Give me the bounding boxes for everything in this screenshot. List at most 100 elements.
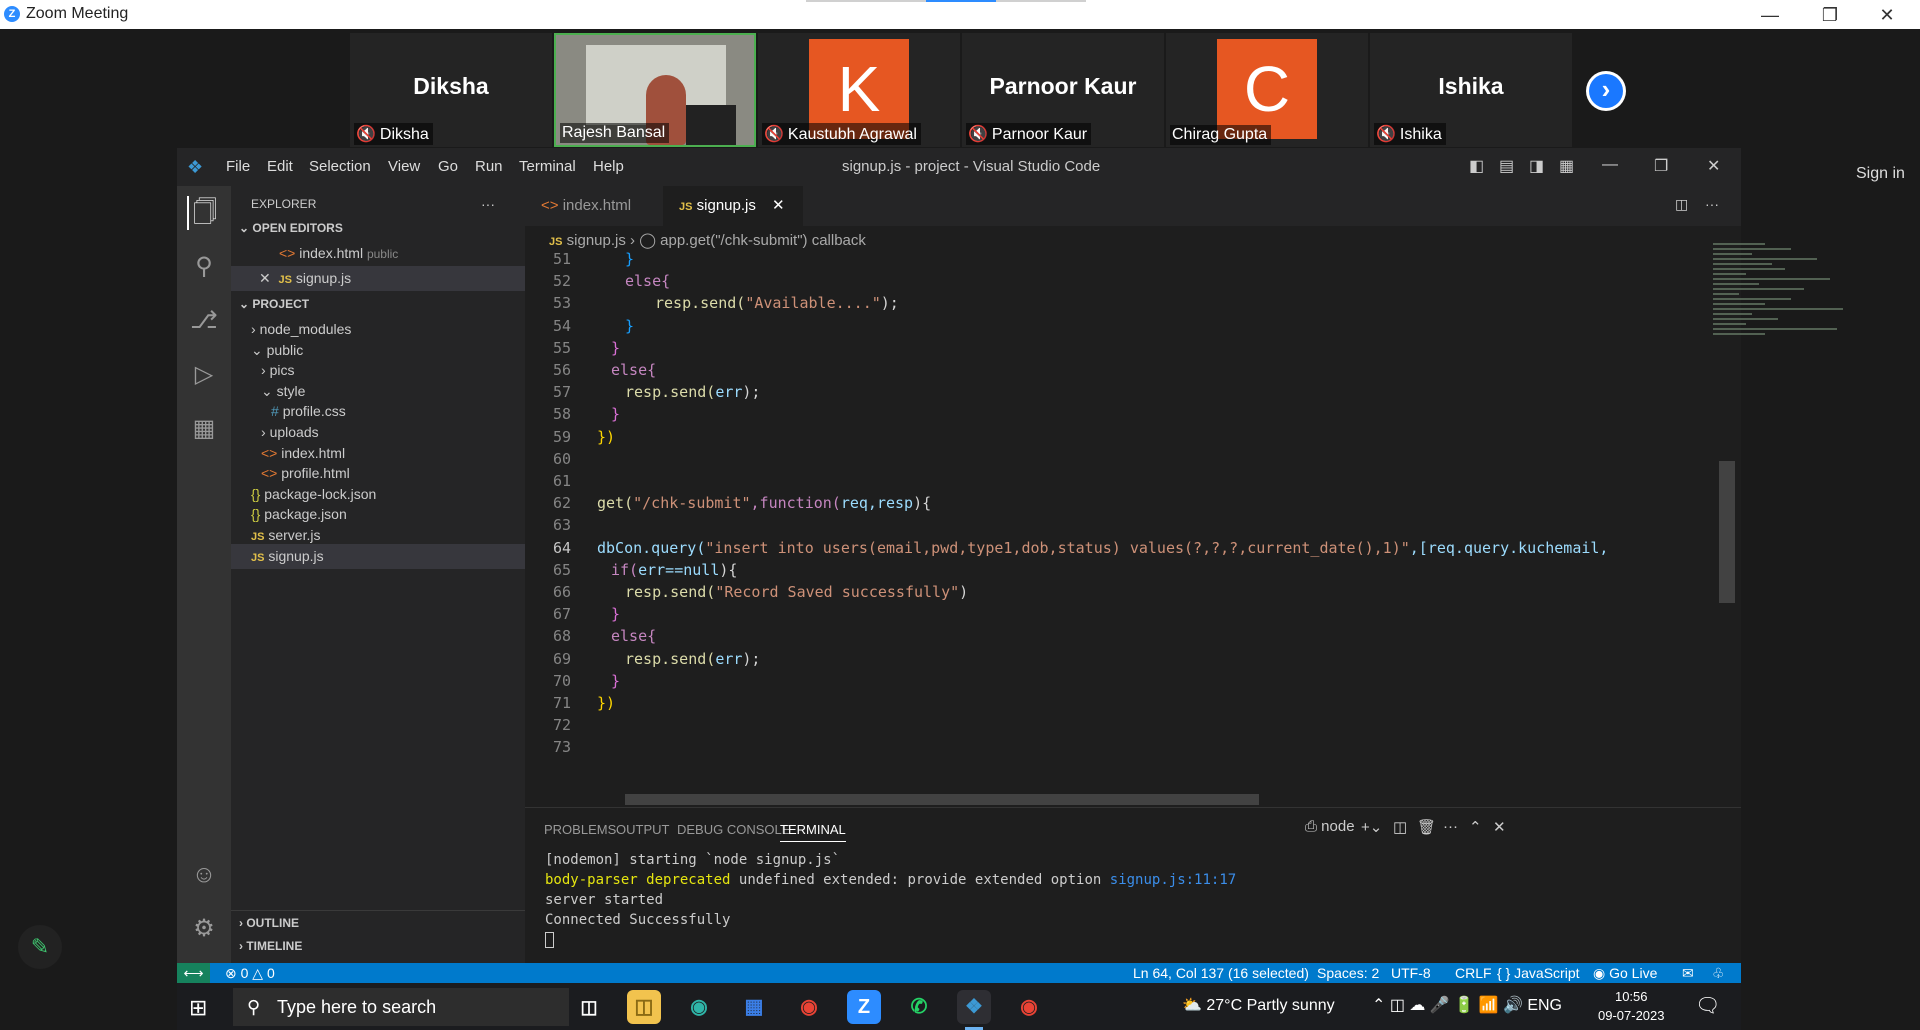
close-button[interactable]: ✕ <box>1862 2 1912 28</box>
windows-start-icon[interactable]: ⊞ <box>189 995 207 1021</box>
outline-header[interactable]: › OUTLINE <box>231 910 525 935</box>
sign-in-link[interactable]: Sign in <box>1856 165 1905 183</box>
minimize-button[interactable]: — <box>1745 2 1795 28</box>
toggle-panel-icon[interactable]: ▤ <box>1499 156 1514 176</box>
code-line[interactable]: resp.send("Available...."); <box>585 294 899 312</box>
explorer-icon[interactable]: 🗍 <box>187 196 221 230</box>
chrome-icon[interactable]: ◉ <box>792 990 826 1024</box>
code-line[interactable]: dbCon.query("insert into users(email,pwd… <box>585 539 1608 557</box>
search-icon[interactable]: ⚲ <box>187 250 221 284</box>
taskbar-search-box[interactable]: ⚲ Type here to search <box>233 988 569 1026</box>
code-line[interactable]: }) <box>585 694 615 712</box>
kill-terminal-icon[interactable]: 🗑 <box>1417 818 1436 836</box>
project-header[interactable]: ⌄ PROJECT <box>231 292 525 317</box>
tab-index-html[interactable]: <> index.html <box>525 186 655 226</box>
code-line[interactable]: if(err==null){ <box>585 561 737 579</box>
code-line[interactable]: }) <box>585 428 615 446</box>
go-live-button[interactable]: ◉ Go Live <box>1593 965 1657 982</box>
code-line[interactable]: } <box>585 339 620 357</box>
remote-icon[interactable]: ⟷ <box>177 963 210 983</box>
close-tab-icon[interactable]: ✕ <box>772 197 785 214</box>
menu-edit[interactable]: Edit <box>267 158 293 175</box>
code-line[interactable]: } <box>585 672 620 690</box>
code-line[interactable]: } <box>585 605 620 623</box>
task-view-icon[interactable]: ◫ <box>572 990 606 1024</box>
system-tray[interactable]: ⌃ ◫ ☁ 🎤 🔋 📶 🔊 ENG <box>1372 995 1562 1015</box>
panel-more-icon[interactable]: ··· <box>1443 818 1458 835</box>
maximize-panel-icon[interactable]: ⌃ <box>1469 818 1482 836</box>
terminal-cursor[interactable] <box>545 932 554 948</box>
restore-button[interactable]: ❐ <box>1805 2 1855 28</box>
code-line[interactable]: else{ <box>585 272 670 290</box>
menu-view[interactable]: View <box>388 158 420 175</box>
cursor-position[interactable]: Ln 64, Col 137 (16 selected) <box>1133 965 1309 981</box>
vscode-taskbar-icon[interactable]: ❖ <box>957 990 991 1030</box>
code-line[interactable]: resp.send(err); <box>585 383 760 401</box>
editor-area[interactable]: <> index.html JS signup.js ✕ ◫ ··· JS si… <box>525 186 1843 807</box>
whatsapp-icon[interactable]: ✆ <box>902 990 936 1024</box>
code-line[interactable]: } <box>585 250 634 268</box>
feedback-icon[interactable]: ✉ <box>1682 965 1694 982</box>
tab-output[interactable]: OUTPUT <box>616 822 669 837</box>
participant-tile[interactable]: Diksha 🔇 Diksha <box>350 33 552 147</box>
split-editor-icon[interactable]: ◫ <box>1675 196 1688 213</box>
terminal-shell-selector[interactable]: ⎙ node <box>1305 818 1355 835</box>
notification-center-icon[interactable]: 🗨 <box>1695 993 1720 1018</box>
participant-tile[interactable]: Ishika 🔇 Ishika <box>1370 33 1572 147</box>
code-line[interactable]: get("/chk-submit",function(req,resp){ <box>585 494 931 512</box>
horizontal-scrollbar[interactable] <box>625 794 1259 805</box>
vscode-close-icon[interactable]: ✕ <box>1707 156 1720 176</box>
vscode-minimize-icon[interactable]: — <box>1602 156 1618 174</box>
run-debug-icon[interactable]: ▷ <box>187 358 221 392</box>
menu-go[interactable]: Go <box>438 158 458 175</box>
code-line[interactable]: resp.send(err); <box>585 650 760 668</box>
new-terminal-icon[interactable]: +⌄ <box>1361 818 1382 836</box>
tab-problems[interactable]: PROBLEMS <box>544 822 616 837</box>
menu-terminal[interactable]: Terminal <box>519 158 576 175</box>
line-ending[interactable]: CRLF <box>1455 965 1492 981</box>
open-editor-item[interactable]: ✕ JS signup.js <box>231 266 525 291</box>
zoom-share-bar[interactable] <box>806 0 1086 2</box>
close-panel-icon[interactable]: ✕ <box>1493 818 1506 836</box>
split-terminal-icon[interactable]: ◫ <box>1393 818 1407 836</box>
indentation[interactable]: Spaces: 2 <box>1317 965 1379 981</box>
tab-debug-console[interactable]: DEBUG CONSOLE <box>677 822 790 837</box>
open-editor-item[interactable]: <> index.html public <box>231 241 525 266</box>
chrome-profile-icon[interactable]: ◉ <box>1012 990 1046 1024</box>
toggle-secondary-sidebar-icon[interactable]: ◨ <box>1529 156 1544 176</box>
settings-gear-icon[interactable]: ⚙ <box>187 912 221 946</box>
taskbar-clock[interactable]: 10:56 09-07-2023 <box>1598 987 1665 1025</box>
encoding[interactable]: UTF-8 <box>1391 965 1431 981</box>
extensions-icon[interactable]: ▦ <box>187 412 221 446</box>
more-actions-icon[interactable]: ··· <box>481 192 511 217</box>
vscode-restore-icon[interactable]: ❐ <box>1654 156 1668 176</box>
open-editors-header[interactable]: ⌄ OPEN EDITORS <box>231 216 525 241</box>
menu-file[interactable]: File <box>226 158 250 175</box>
close-icon[interactable]: ✕ <box>259 270 271 286</box>
problems-status[interactable]: ⊗ 0 △ 0 <box>225 965 275 982</box>
editor-more-icon[interactable]: ··· <box>1705 196 1719 212</box>
edge-browser-icon[interactable]: ◉ <box>682 990 716 1024</box>
participant-tile[interactable]: C Chirag Gupta <box>1166 33 1368 147</box>
minimap[interactable] <box>1713 240 1843 410</box>
vertical-scrollbar[interactable] <box>1719 461 1735 603</box>
menu-run[interactable]: Run <box>475 158 503 175</box>
tab-terminal[interactable]: TERMINAL <box>780 822 846 842</box>
customize-layout-icon[interactable]: ▦ <box>1559 156 1574 176</box>
toggle-sidebar-icon[interactable]: ◧ <box>1469 156 1484 176</box>
tab-signup-js[interactable]: JS signup.js ✕ <box>663 186 803 226</box>
timeline-header[interactable]: › TIMELINE <box>231 934 525 959</box>
zoom-app-icon[interactable]: Z <box>847 990 881 1024</box>
code-line[interactable]: resp.send("Record Saved successfully") <box>585 583 968 601</box>
weather-widget[interactable]: ⛅ 27°C Partly sunny <box>1182 995 1335 1015</box>
account-icon[interactable]: ☺ <box>187 858 221 892</box>
code-line[interactable]: } <box>585 405 620 423</box>
breadcrumb[interactable]: JS signup.js › ◯ app.get("/chk-submit") … <box>549 231 866 249</box>
file-explorer-icon[interactable]: ◫ <box>627 990 661 1024</box>
next-page-button[interactable]: › <box>1586 71 1626 111</box>
code-line[interactable]: else{ <box>585 361 656 379</box>
participant-video-tile[interactable]: Rajesh Bansal <box>554 33 756 147</box>
source-control-icon[interactable]: ⎇ <box>187 304 221 338</box>
language-mode[interactable]: { } JavaScript <box>1497 965 1580 981</box>
microsoft-store-icon[interactable]: ▦ <box>737 990 771 1024</box>
